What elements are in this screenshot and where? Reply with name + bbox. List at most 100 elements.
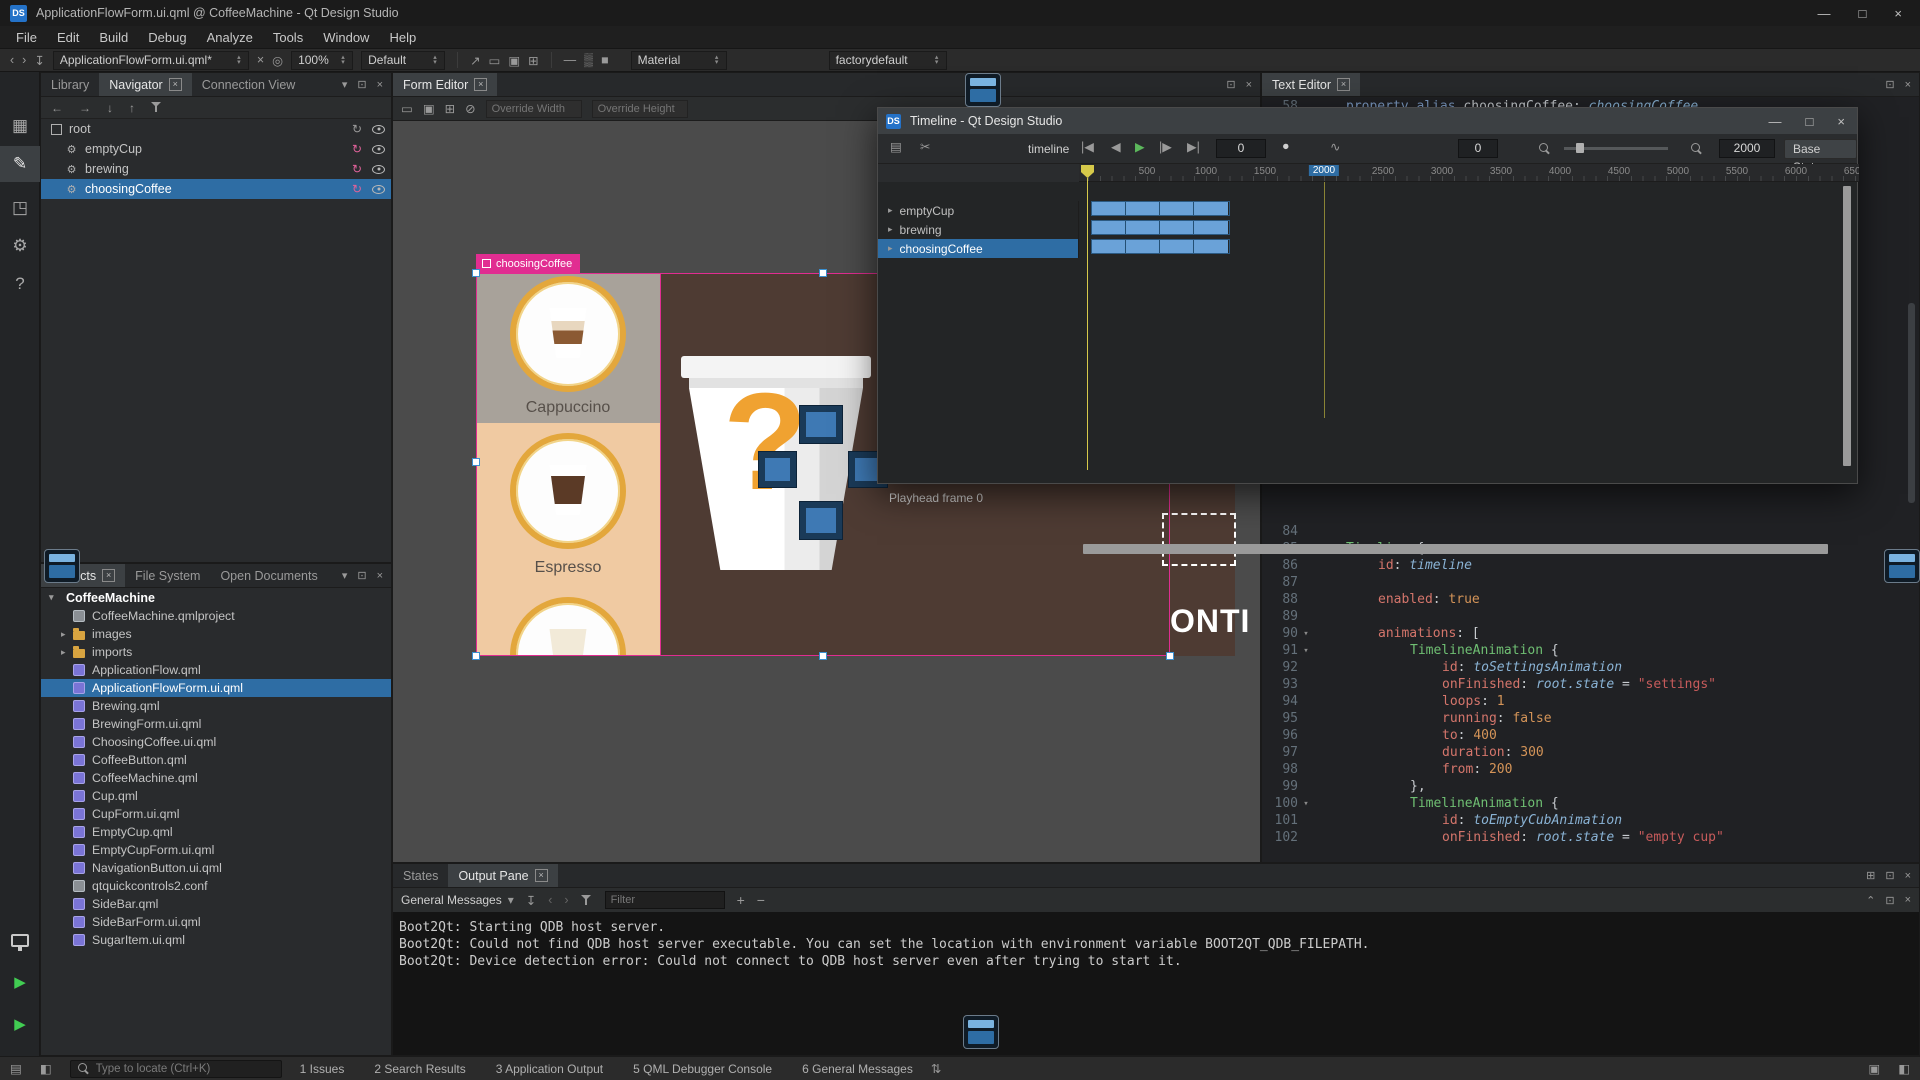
resize-handle[interactable] (472, 269, 480, 277)
override-width-field[interactable] (486, 100, 582, 118)
keyframe-bar[interactable] (1091, 239, 1230, 254)
nav-up-icon[interactable]: ↑ (129, 101, 135, 115)
cappuccino-icon[interactable] (510, 276, 626, 392)
right-sidebar-toggle-icon[interactable]: ◧ (1898, 1061, 1910, 1076)
timeline-titlebar[interactable]: DS Timeline - Qt Design Studio — □ × (878, 108, 1857, 134)
line-icon[interactable]: — (564, 53, 577, 67)
material-combo[interactable]: Material (631, 51, 727, 70)
collapse-pane-icon[interactable]: ⌃ (1866, 894, 1875, 907)
resize-handle[interactable] (472, 652, 480, 660)
menu-help[interactable]: Help (379, 30, 426, 45)
code-editor[interactable]: 8485▾Timeline {86id: timeline8788enabled… (1262, 523, 1919, 846)
alias-export-icon[interactable]: ↻ (352, 182, 362, 196)
project-file[interactable]: BrewingForm.ui.qml (41, 715, 391, 733)
sugar-cube[interactable] (799, 405, 843, 444)
minimize-button[interactable]: — (1769, 114, 1782, 129)
tab-text-editor[interactable]: Text Editor× (1262, 73, 1360, 96)
panel-grid-icon[interactable]: ⊞ (1866, 869, 1875, 882)
timeline-name[interactable]: timeline (1028, 142, 1069, 156)
zoom-out-icon[interactable] (1538, 142, 1551, 155)
alias-export-icon[interactable]: ↻ (352, 142, 362, 156)
project-file[interactable]: Brewing.qml (41, 697, 391, 715)
items-tool-icon[interactable]: ▣ (423, 101, 435, 116)
editor-scrollbar[interactable] (1908, 303, 1915, 503)
run-button[interactable]: ▶ (0, 964, 40, 1000)
nav-right-icon[interactable]: → (79, 101, 91, 115)
project-file[interactable]: ▸images (41, 625, 391, 643)
next-item-icon[interactable]: › (564, 893, 568, 907)
close-panel-icon[interactable]: × (1905, 79, 1911, 91)
navigator-item-emptyCup[interactable]: ⚙emptyCup↻ (41, 139, 391, 159)
expand-arrow-icon[interactable]: ▸ (888, 205, 893, 216)
override-height-field[interactable] (592, 100, 688, 118)
frame-icon[interactable]: ▭ (489, 53, 501, 68)
project-file[interactable]: EmptyCupForm.ui.qml (41, 841, 391, 859)
project-file[interactable]: NavigationButton.ui.qml (41, 859, 391, 877)
prev-item-icon[interactable]: ‹ (548, 893, 552, 907)
console-output[interactable]: Boot2Qt: Starting QDB host server.Boot2Q… (393, 912, 1919, 1055)
select-tool-icon[interactable]: ▭ (401, 101, 413, 116)
timeline-tracks-area[interactable]: ▸emptyCup▸brewing▸choosingCoffee (878, 182, 1857, 483)
maximize-button[interactable]: □ (1806, 114, 1814, 129)
menu-build[interactable]: Build (89, 30, 138, 45)
close-tab-icon[interactable]: × (474, 78, 487, 91)
snap-grid-icon[interactable]: ⊞ (445, 101, 455, 116)
workspace-icon[interactable]: ◳ (0, 190, 40, 226)
end-frame-field[interactable]: 2000 (1719, 139, 1775, 158)
fold-marker-icon[interactable]: ▾ (1298, 646, 1314, 656)
animation-settings-icon[interactable]: ✂ (920, 139, 930, 154)
curve-editor-icon[interactable]: ∿ (1330, 139, 1340, 154)
output-pane-button-5[interactable]: 6 General Messages (802, 1062, 913, 1076)
timeline-ruler[interactable]: 5001000150020002500300035004000450050005… (1079, 164, 1859, 182)
keyframe-bar[interactable] (1091, 201, 1230, 216)
record-icon[interactable]: ● (1282, 139, 1290, 153)
help-icon[interactable]: ? (0, 266, 40, 302)
run-target-icon[interactable]: ◎ (272, 53, 283, 68)
menu-edit[interactable]: Edit (47, 30, 89, 45)
menu-file[interactable]: File (6, 30, 47, 45)
nav-down-icon[interactable]: ↓ (107, 101, 113, 115)
tab-navigator[interactable]: Navigator× (99, 73, 192, 96)
project-root-item[interactable]: ▾ CoffeeMachine (41, 588, 391, 607)
tab-states[interactable]: States (393, 864, 448, 887)
panel-menu-icon[interactable]: ▾ (342, 569, 348, 582)
locator-input[interactable] (96, 1063, 266, 1075)
timeline-window[interactable]: DS Timeline - Qt Design Studio — □ × ▤ ✂… (877, 107, 1858, 484)
navigator-item-brewing[interactable]: ⚙brewing↻ (41, 159, 391, 179)
channel-combo[interactable]: General Messages ▾ (401, 893, 514, 907)
views-grid-icon[interactable]: ▦ (0, 108, 40, 144)
project-file[interactable]: ChoosingCoffee.ui.qml (41, 733, 391, 751)
project-file[interactable]: SideBar.qml (41, 895, 391, 913)
project-file[interactable]: Cup.qml (41, 787, 391, 805)
tab-output-pane[interactable]: Output Pane× (448, 864, 557, 887)
close-panel-icon[interactable]: × (377, 570, 383, 582)
gradient-icon[interactable]: ▒ (584, 53, 593, 67)
expand-arrow-icon[interactable]: ▸ (888, 243, 893, 254)
no-snap-icon[interactable]: ⊘ (465, 101, 475, 116)
resize-handle[interactable] (819, 269, 827, 277)
expand-arrow-icon[interactable]: ▸ (61, 629, 73, 640)
timeline-track-emptyCup[interactable]: ▸emptyCup (878, 201, 1078, 220)
to-end-icon[interactable]: ▶| (1187, 139, 1200, 154)
output-pane-button-1[interactable]: 1 Issues (300, 1062, 345, 1076)
timeline-hscrollbar[interactable] (1083, 544, 1828, 554)
secondary-frame-field[interactable]: 0 (1458, 139, 1498, 158)
zoom-in-icon[interactable] (1690, 142, 1703, 155)
output-panes-icon[interactable]: ▤ (10, 1061, 22, 1076)
close-panel-icon[interactable]: × (1905, 870, 1911, 882)
nav-left-icon[interactable]: ← (51, 101, 63, 115)
to-start-icon[interactable]: |◀ (1081, 139, 1094, 154)
zoom-slider-handle[interactable] (1576, 143, 1584, 153)
project-file[interactable]: SugarItem.ui.qml (41, 931, 391, 949)
design-mode-icon[interactable]: ✎ (0, 146, 40, 182)
output-pane-button-3[interactable]: 3 Application Output (496, 1062, 603, 1076)
forward-icon[interactable]: › (22, 53, 26, 67)
maximize-button[interactable]: □ (1859, 6, 1867, 21)
expand-arrow-icon[interactable]: ▸ (61, 647, 73, 658)
alias-export-icon[interactable]: ↻ (352, 162, 362, 176)
espresso-icon[interactable] (510, 433, 626, 549)
timeline-track-choosingCoffee[interactable]: ▸choosingCoffee (878, 239, 1078, 258)
fold-marker-icon[interactable]: ▾ (1298, 629, 1314, 639)
timeline-vscrollbar[interactable] (1843, 186, 1851, 466)
close-document-icon[interactable]: × (257, 53, 264, 67)
